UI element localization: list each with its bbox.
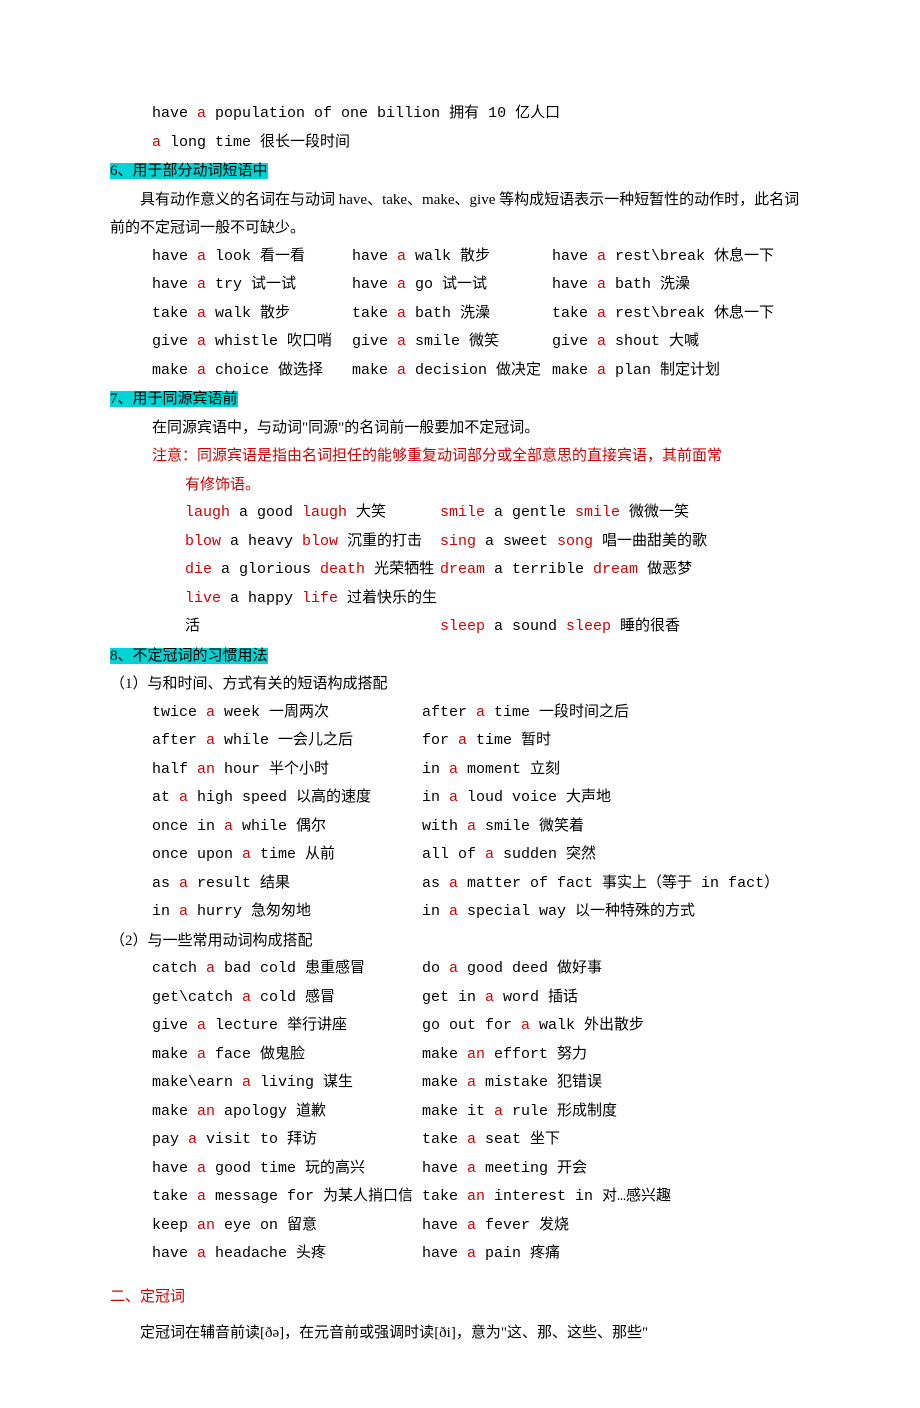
phrase-row: have a look 看一看have a walk 散步have a rest…	[152, 243, 810, 272]
section-7-note-2: 有修饰语。	[110, 471, 810, 500]
section-8-sub1: （1）与和时间、方式有关的短语构成搭配	[110, 670, 810, 699]
idiom-row: get\catch a cold 感冒get in a word 插话	[152, 984, 810, 1013]
section-7-examples: laugh a good laugh 大笑smile a gentle smil…	[110, 499, 810, 642]
definite-article-title: 二、定冠词	[110, 1283, 810, 1312]
idiom-row: once upon a time 从前all of a sudden 突然	[152, 841, 810, 870]
phrase-row: have a try 试一试have a go 试一试have a bath 洗…	[152, 271, 810, 300]
section-6-table: have a look 看一看have a walk 散步have a rest…	[110, 243, 810, 386]
definite-article-body: 定冠词在辅音前读[ðə]，在元音前或强调时读[ði]，意为"这、那、这些、那些"	[110, 1319, 810, 1348]
section-8-list-1: twice a week 一周两次after a time 一段时间之后afte…	[110, 699, 810, 927]
cognate-row: die a glorious death 光荣牺牲dream a terribl…	[185, 556, 810, 585]
idiom-row: have a good time 玩的高兴have a meeting 开会	[152, 1155, 810, 1184]
phrase-row: take a walk 散步take a bath 洗澡take a rest\…	[152, 300, 810, 329]
idiom-row: in a hurry 急匆匆地in a special way 以一种特殊的方式	[152, 898, 810, 927]
idiom-row: twice a week 一周两次after a time 一段时间之后	[152, 699, 810, 728]
idiom-row: pay a visit to 拜访take a seat 坐下	[152, 1126, 810, 1155]
idiom-row: make a face 做鬼脸make an effort 努力	[152, 1041, 810, 1070]
phrase-row: make a choice 做选择make a decision 做决定make…	[152, 357, 810, 386]
intro-line-1: have a population of one billion 拥有 10 亿…	[110, 100, 810, 129]
idiom-row: catch a bad cold 患重感冒do a good deed 做好事	[152, 955, 810, 984]
cognate-row: live a happy life 过着快乐的生活sleep a sound s…	[185, 585, 810, 642]
section-7-note-1: 注意：同源宾语是指由名词担任的能够重复动词部分或全部意思的直接宾语，其前面常	[110, 442, 810, 471]
idiom-row: half an hour 半个小时in a moment 立刻	[152, 756, 810, 785]
idiom-row: have a headache 头疼have a pain 疼痛	[152, 1240, 810, 1269]
cognate-row: blow a heavy blow 沉重的打击sing a sweet song…	[185, 528, 810, 557]
idiom-row: keep an eye on 留意have a fever 发烧	[152, 1212, 810, 1241]
section-6-desc: 具有动作意义的名词在与动词 have、take、make、give 等构成短语表…	[110, 186, 810, 243]
section-7-desc: 在同源宾语中，与动词"同源"的名词前一般要加不定冠词。	[110, 414, 810, 443]
section-7-title: 7、用于同源宾语前	[110, 385, 810, 414]
intro-line-2: a long time 很长一段时间	[110, 129, 810, 158]
idiom-row: take a message for 为某人捎口信take an interes…	[152, 1183, 810, 1212]
cognate-row: laugh a good laugh 大笑smile a gentle smil…	[185, 499, 810, 528]
section-8-list-2: catch a bad cold 患重感冒do a good deed 做好事g…	[110, 955, 810, 1269]
idiom-row: give a lecture 举行讲座go out for a walk 外出散…	[152, 1012, 810, 1041]
section-8-title: 8、不定冠词的习惯用法	[110, 642, 810, 671]
idiom-row: at a high speed 以高的速度in a loud voice 大声地	[152, 784, 810, 813]
idiom-row: as a result 结果as a matter of fact 事实上（等于…	[152, 870, 810, 899]
idiom-row: make an apology 道歉make it a rule 形成制度	[152, 1098, 810, 1127]
section-6-title: 6、用于部分动词短语中	[110, 157, 810, 186]
phrase-row: give a whistle 吹口哨give a smile 微笑give a …	[152, 328, 810, 357]
idiom-row: make\earn a living 谋生make a mistake 犯错误	[152, 1069, 810, 1098]
section-8-sub2: （2）与一些常用动词构成搭配	[110, 927, 810, 956]
idiom-row: once in a while 偶尔with a smile 微笑着	[152, 813, 810, 842]
idiom-row: after a while 一会儿之后for a time 暂时	[152, 727, 810, 756]
